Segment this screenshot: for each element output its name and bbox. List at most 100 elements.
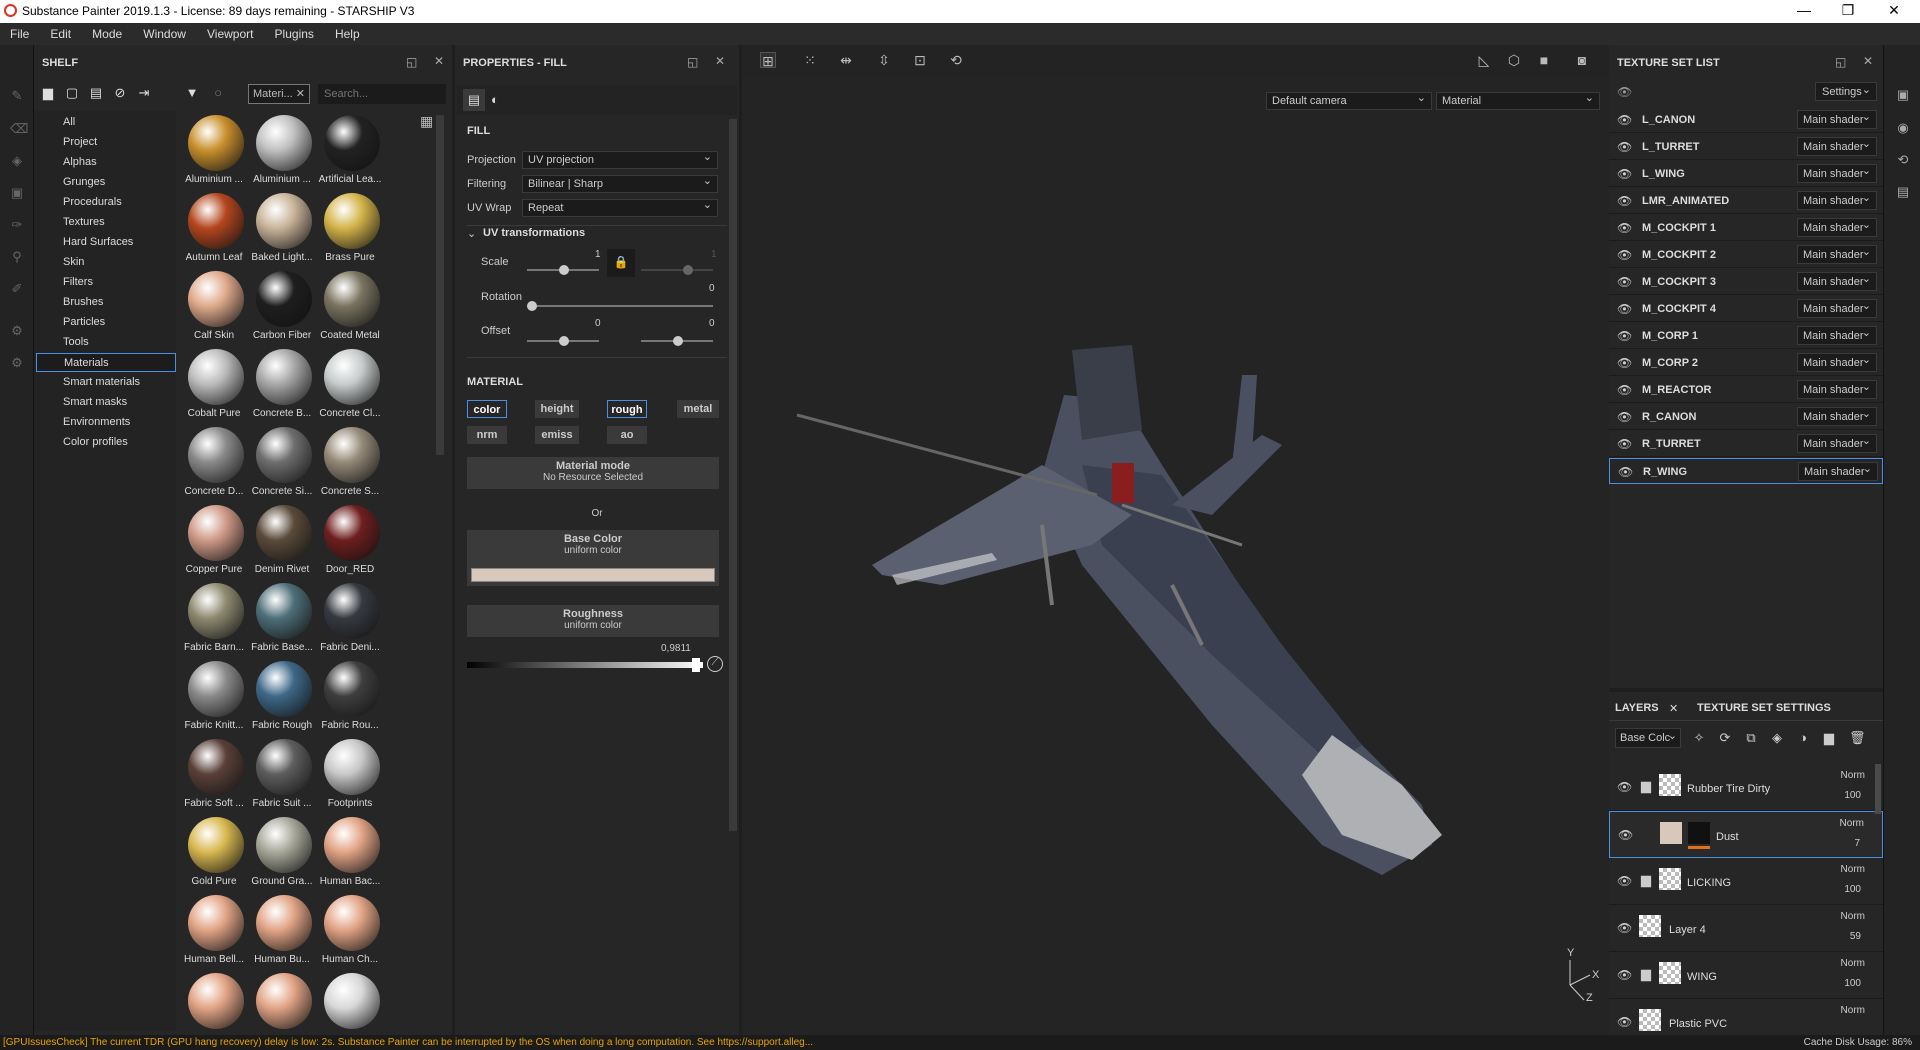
refresh-icon[interactable]: ○	[210, 85, 226, 101]
menu-mode[interactable]: Mode	[82, 23, 130, 41]
rotation-slider[interactable]	[527, 301, 713, 311]
shader-dropdown[interactable]: Main shader	[1797, 137, 1877, 156]
channel-dropdown[interactable]: Base Colc ⌄	[1615, 728, 1681, 748]
shelf-category-hard-surfaces[interactable]: Hard Surfaces	[36, 233, 176, 252]
grid-view-icon[interactable]: ▦	[420, 113, 433, 130]
shader-settings-icon[interactable]: ◉	[1895, 120, 1911, 136]
material-thumbnail[interactable]: Carbon Fiber	[248, 269, 316, 347]
offset-u-slider-knob[interactable]	[559, 336, 569, 346]
settings-icon[interactable]: ⚙	[10, 355, 24, 370]
properties-scrollbar[interactable]	[729, 119, 737, 831]
folder-icon[interactable]: ▆	[1641, 966, 1651, 982]
shader-dropdown[interactable]: Main shader	[1797, 407, 1877, 426]
material-thumbnail[interactable]: Calf Skin	[180, 269, 248, 347]
menu-file[interactable]: File	[0, 23, 37, 41]
eye-icon[interactable]: 👁	[1617, 921, 1632, 935]
tab-texture-set-settings[interactable]: TEXTURE SET SETTINGS	[1697, 702, 1831, 714]
material-thumbnail[interactable]: Footprints	[316, 737, 384, 815]
paint-brush-icon[interactable]: ✎	[10, 88, 24, 103]
filter-icon[interactable]: ▼	[184, 85, 200, 101]
material-tab-icon[interactable]: ◐	[491, 92, 499, 107]
material-thumbnail[interactable]: Baked Light...	[248, 191, 316, 269]
material-thumbnail[interactable]: Door_RED	[316, 503, 384, 581]
layer-row[interactable]: 👁 Dust Norm 7	[1609, 811, 1883, 858]
undock-icon[interactable]: ◱	[406, 55, 417, 69]
eye-icon[interactable]: 👁	[1617, 410, 1632, 424]
eye-icon[interactable]: 👁	[1617, 1015, 1632, 1029]
material-thumbnail[interactable]	[180, 971, 248, 1031]
material-thumbnail[interactable]: Coated Metal	[316, 269, 384, 347]
material-thumbnail[interactable]: Human Ch...	[316, 893, 384, 971]
material-thumbnail[interactable]: Ground Gra...	[248, 815, 316, 893]
scale-value[interactable]: 1	[595, 249, 601, 260]
material-thumbnail[interactable]: Gold Pure	[180, 815, 248, 893]
fill-tab-icon[interactable]: ▤	[463, 89, 485, 111]
shelf-category-alphas[interactable]: Alphas	[36, 153, 176, 172]
add-mask-icon[interactable]: ⟳	[1717, 730, 1733, 746]
eraser-icon[interactable]: ⌫	[10, 121, 28, 136]
blend-mode-dropdown[interactable]: Norm	[1840, 818, 1864, 829]
shader-dropdown[interactable]: Main shader	[1797, 110, 1877, 129]
shelf-category-grunges[interactable]: Grunges	[36, 173, 176, 192]
shader-dropdown[interactable]: Main shader	[1797, 191, 1877, 210]
close-properties-icon[interactable]: ✕	[715, 54, 725, 68]
layer-row[interactable]: 👁 Layer 4 Norm 59	[1609, 905, 1883, 952]
channel-height-button[interactable]: height	[535, 400, 579, 418]
eye-icon[interactable]: 👁	[1617, 383, 1632, 397]
layer-opacity[interactable]: 100	[1844, 978, 1861, 989]
material-thumbnail[interactable]: Fabric Soft ...	[180, 737, 248, 815]
channel-ao-button[interactable]: ao	[607, 426, 647, 444]
uvwrap-dropdown[interactable]: Repeat	[522, 198, 718, 217]
material-thumbnail[interactable]: Concrete S...	[316, 425, 384, 503]
roughness-value[interactable]: 0,9811	[661, 643, 691, 654]
texture-set-row[interactable]: 👁 R_TURRET Main shader	[1609, 431, 1883, 457]
shelf-category-color-profiles[interactable]: Color profiles	[36, 433, 176, 452]
shelf-search-input[interactable]	[318, 84, 446, 104]
material-thumbnail[interactable]: Human Bac...	[316, 815, 384, 893]
texture-set-row[interactable]: 👁 M_CORP 2 Main shader	[1609, 350, 1883, 376]
menu-help[interactable]: Help	[325, 23, 368, 41]
filtering-dropdown[interactable]: Bilinear | Sharp	[522, 174, 718, 193]
hide-icon[interactable]: ⊘	[112, 85, 128, 101]
material-thumbnail[interactable]: Fabric Rough	[248, 659, 316, 737]
shelf-category-textures[interactable]: Textures	[36, 213, 176, 232]
shelf-category-skin[interactable]: Skin	[36, 253, 176, 272]
shader-dropdown[interactable]: Main shader	[1797, 164, 1877, 183]
material-thumbnail[interactable]: Artificial Lea...	[316, 113, 384, 191]
material-thumbnail[interactable]: Concrete B...	[248, 347, 316, 425]
minimize-button[interactable]: —	[1784, 2, 1824, 18]
rotation-slider-knob[interactable]	[527, 301, 537, 311]
log-icon[interactable]: ▤	[1895, 184, 1911, 200]
rotation-value[interactable]: 0	[709, 283, 715, 294]
close-shelf-icon[interactable]: ✕	[434, 54, 444, 68]
texture-set-row[interactable]: 👁 L_TURRET Main shader	[1609, 134, 1883, 160]
layer-opacity[interactable]: 100	[1844, 790, 1861, 801]
channel-metal-button[interactable]: metal	[677, 400, 719, 418]
material-thumbnail[interactable]	[248, 971, 316, 1031]
scale-slider-knob[interactable]	[559, 265, 569, 275]
material-thumbnail[interactable]: Fabric Rou...	[316, 659, 384, 737]
material-thumbnail[interactable]	[316, 971, 384, 1031]
material-thumbnail[interactable]: Cobalt Pure	[180, 347, 248, 425]
folder-icon[interactable]: ▆	[1641, 778, 1651, 794]
material-thumbnail[interactable]: Aluminium ...	[248, 113, 316, 191]
undock-icon[interactable]: ◱	[1835, 55, 1846, 69]
material-thumbnail[interactable]: Fabric Deni...	[316, 581, 384, 659]
blend-mode-dropdown[interactable]: Norm	[1841, 958, 1865, 969]
channel-color-button[interactable]: color	[467, 400, 507, 418]
layers-scrollbar[interactable]	[1875, 764, 1881, 814]
eye-icon[interactable]: 👁	[1617, 113, 1632, 127]
offset-value-u[interactable]: 0	[595, 318, 601, 329]
shader-dropdown[interactable]: Main shader	[1797, 434, 1877, 453]
blend-mode-dropdown[interactable]: Norm	[1841, 1005, 1865, 1016]
eye-icon[interactable]: 👁	[1617, 221, 1632, 235]
material-mode-block[interactable]: Material mode No Resource Selected	[467, 457, 719, 489]
shelf-category-brushes[interactable]: Brushes	[36, 293, 176, 312]
layer-opacity[interactable]: 59	[1850, 931, 1861, 942]
filter-chip[interactable]: Materi... ✕	[248, 84, 310, 104]
texture-set-row[interactable]: 👁 L_CANON Main shader	[1609, 107, 1883, 133]
material-thumbnail[interactable]: Denim Rivet	[248, 503, 316, 581]
polygon-fill-icon[interactable]: ▣	[10, 185, 24, 200]
shelf-category-all[interactable]: All	[36, 113, 176, 132]
blend-mode-dropdown[interactable]: Norm	[1841, 770, 1865, 781]
